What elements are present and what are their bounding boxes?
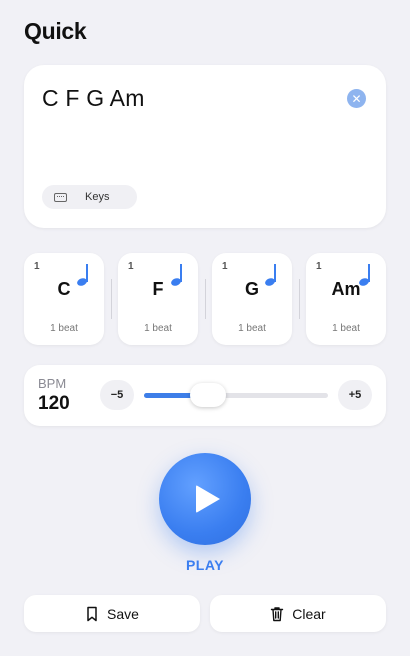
chord-name: F	[152, 279, 164, 299]
divider	[292, 279, 306, 319]
beat-index: 1	[34, 261, 40, 272]
keyboard-icon	[54, 192, 67, 202]
keys-button[interactable]: Keys	[42, 185, 137, 209]
chord-input-card[interactable]: C F G Am ✕ Keys	[24, 65, 386, 228]
beat-index: 1	[222, 261, 228, 272]
close-icon: ✕	[351, 91, 362, 106]
chord-card[interactable]: 1 C 1 beat	[24, 253, 104, 345]
play-button[interactable]	[159, 453, 251, 545]
chord-duration: 1 beat	[332, 323, 360, 334]
bpm-slider[interactable]	[144, 383, 328, 407]
save-button-label: Save	[107, 605, 139, 622]
divider	[104, 279, 118, 319]
trash-icon	[271, 606, 284, 621]
bookmark-icon	[87, 606, 97, 621]
play-icon	[196, 485, 220, 513]
chord-duration: 1 beat	[144, 323, 172, 334]
chord-duration: 1 beat	[238, 323, 266, 334]
bpm-label: BPM	[38, 376, 67, 391]
bpm-value: 120	[38, 393, 70, 414]
chord-sequence: 1 C 1 beat 1 F 1 beat 1 G 1 beat 1 Am 1 …	[24, 253, 386, 345]
divider	[198, 279, 212, 319]
chord-input-text[interactable]: C F G Am	[42, 85, 145, 112]
keys-button-label: Keys	[85, 191, 110, 203]
clear-button[interactable]: Clear	[210, 595, 386, 632]
chord-name: Am	[331, 279, 361, 299]
bpm-increase-button[interactable]: +5	[338, 380, 372, 410]
save-button[interactable]: Save	[24, 595, 200, 632]
clear-button-label: Clear	[292, 605, 326, 622]
page-title: Quick	[24, 18, 87, 44]
bpm-slider-thumb[interactable]	[190, 383, 227, 407]
chord-card[interactable]: 1 F 1 beat	[118, 253, 198, 345]
chord-duration: 1 beat	[50, 323, 78, 334]
tempo-card: BPM 120 −5 +5	[24, 365, 386, 426]
play-label: PLAY	[185, 557, 225, 573]
bpm-decrease-button[interactable]: −5	[100, 380, 134, 410]
beat-index: 1	[316, 261, 322, 272]
beat-index: 1	[128, 261, 134, 272]
chord-card[interactable]: 1 Am 1 beat	[306, 253, 386, 345]
chord-card[interactable]: 1 G 1 beat	[212, 253, 292, 345]
quick-screen: Quick C F G Am ✕ Keys 1 C 1 beat 1 F 1 b…	[0, 0, 410, 656]
chord-name: G	[244, 279, 259, 299]
chord-name: C	[57, 279, 71, 299]
clear-input-button[interactable]: ✕	[347, 89, 366, 108]
